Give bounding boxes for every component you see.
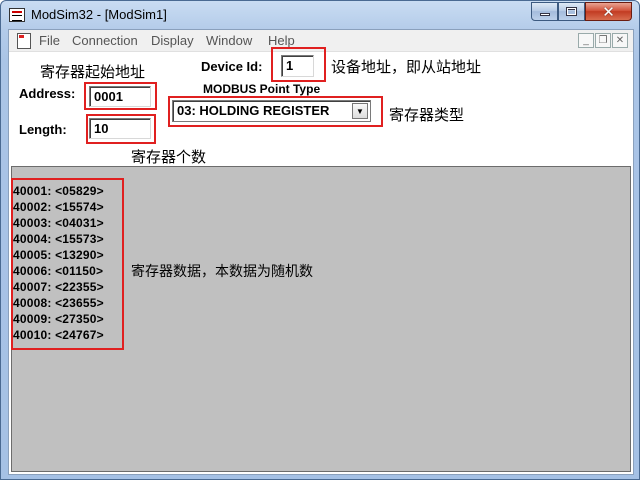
register-row[interactable]: 40002: <15574> xyxy=(13,200,104,214)
point-type-select[interactable]: 03: HOLDING REGISTER ▼ xyxy=(172,100,371,122)
register-row[interactable]: 40010: <24767> xyxy=(13,328,104,342)
address-input[interactable]: 0001 xyxy=(89,86,151,107)
register-config-panel: 寄存器起始地址 Address: 0001 Length: 10 Device … xyxy=(9,47,633,185)
doc-close-button[interactable]: ✕ xyxy=(612,33,628,48)
point-type-label: MODBUS Point Type xyxy=(203,82,321,96)
register-row[interactable]: 40003: <04031> xyxy=(13,216,104,230)
maximize-button[interactable] xyxy=(558,2,585,21)
close-button[interactable]: ✕ xyxy=(585,2,632,21)
document-icon[interactable] xyxy=(17,33,31,49)
register-row[interactable]: 40007: <22355> xyxy=(13,280,104,294)
close-icon: ✕ xyxy=(602,2,615,21)
app-window: ModSim32 - [ModSim1] ✕ File Connection D… xyxy=(0,0,640,480)
register-row[interactable]: 40004: <15573> xyxy=(13,232,104,246)
register-row[interactable]: 40008: <23655> xyxy=(13,296,104,310)
register-row[interactable]: 40005: <13290> xyxy=(13,248,104,262)
restore-icon: ❐ xyxy=(598,35,608,46)
device-id-input[interactable]: 1 xyxy=(281,55,314,77)
point-type-value: 03: HOLDING REGISTER xyxy=(177,103,330,118)
minimize-icon xyxy=(539,13,550,16)
annotation-register-type: 寄存器类型 xyxy=(389,106,465,124)
address-label: Address: xyxy=(19,86,76,101)
menu-connection[interactable]: Connection xyxy=(72,33,138,48)
annotation-start-address: 寄存器起始地址 xyxy=(40,63,146,81)
maximize-icon xyxy=(566,7,577,16)
annotation-register-data: 寄存器数据，本数据为随机数 xyxy=(131,264,313,280)
title-bar[interactable]: ModSim32 - [ModSim1] ✕ xyxy=(1,1,639,29)
window-title: ModSim32 - [ModSim1] xyxy=(31,7,167,22)
doc-minimize-button[interactable]: _ xyxy=(578,33,594,48)
chevron-down-icon[interactable]: ▼ xyxy=(352,103,368,119)
close-icon: ✕ xyxy=(615,35,625,46)
length-input[interactable]: 10 xyxy=(89,118,151,139)
menu-display[interactable]: Display xyxy=(151,33,194,48)
length-label: Length: xyxy=(19,122,67,137)
annotation-register-count: 寄存器个数 xyxy=(131,148,207,166)
menu-window[interactable]: Window xyxy=(206,33,252,48)
menu-help[interactable]: Help xyxy=(268,33,295,48)
menu-file[interactable]: File xyxy=(39,33,60,48)
minimize-button[interactable] xyxy=(531,2,558,21)
device-id-label: Device Id: xyxy=(201,59,263,74)
register-data-display[interactable]: 40001: <05829> 40002: <15574> 40003: <04… xyxy=(11,166,631,472)
register-row[interactable]: 40009: <27350> xyxy=(13,312,104,326)
mdi-client: File Connection Display Window Help _ ❐ … xyxy=(8,29,634,475)
app-icon[interactable] xyxy=(9,8,25,22)
annotation-device-address: 设备地址，即从站地址 xyxy=(331,58,482,76)
minimize-icon: _ xyxy=(583,35,589,46)
register-row[interactable]: 40001: <05829> xyxy=(13,184,104,198)
doc-restore-button[interactable]: ❐ xyxy=(595,33,611,48)
register-row[interactable]: 40006: <01150> xyxy=(13,264,103,278)
